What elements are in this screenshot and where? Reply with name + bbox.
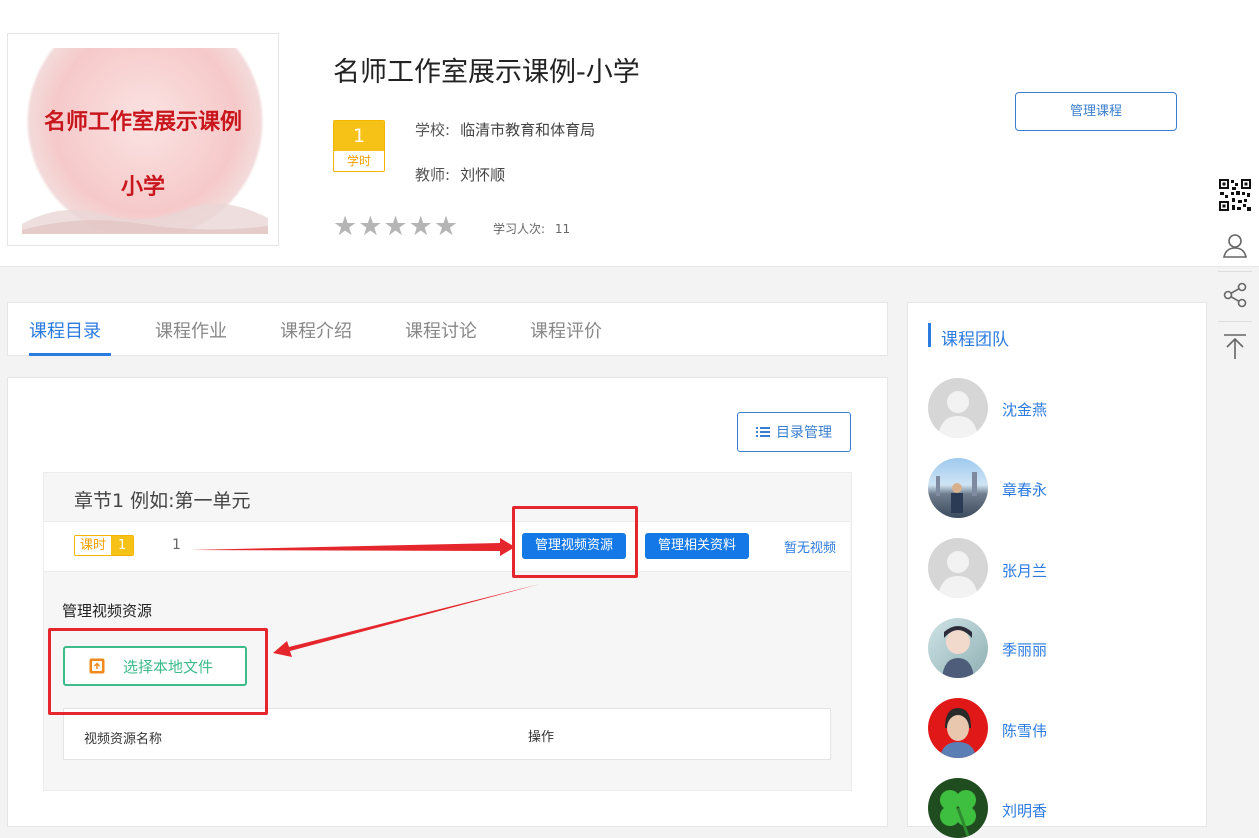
avatar[interactable] bbox=[928, 378, 988, 438]
team-member-name[interactable]: 沈金燕 bbox=[1002, 399, 1047, 420]
team-member-name[interactable]: 章春永 bbox=[1002, 479, 1047, 500]
team-member-name[interactable]: 刘明香 bbox=[1002, 800, 1047, 821]
avatar[interactable] bbox=[928, 618, 988, 678]
annotation-arrow-to-manage-video bbox=[190, 538, 515, 556]
team-member-name[interactable]: 季丽丽 bbox=[1002, 639, 1047, 660]
annotation-arrow-to-choose-file bbox=[273, 584, 540, 657]
team-title-bar bbox=[928, 323, 931, 347]
team-title: 课程团队 bbox=[941, 330, 1009, 350]
avatar[interactable] bbox=[928, 778, 988, 838]
team-member-name[interactable]: 张月兰 bbox=[1002, 560, 1047, 581]
team-member-name[interactable]: 陈雪伟 bbox=[1002, 720, 1047, 741]
avatar[interactable] bbox=[928, 538, 988, 598]
avatar[interactable] bbox=[928, 458, 988, 518]
avatar[interactable] bbox=[928, 698, 988, 758]
